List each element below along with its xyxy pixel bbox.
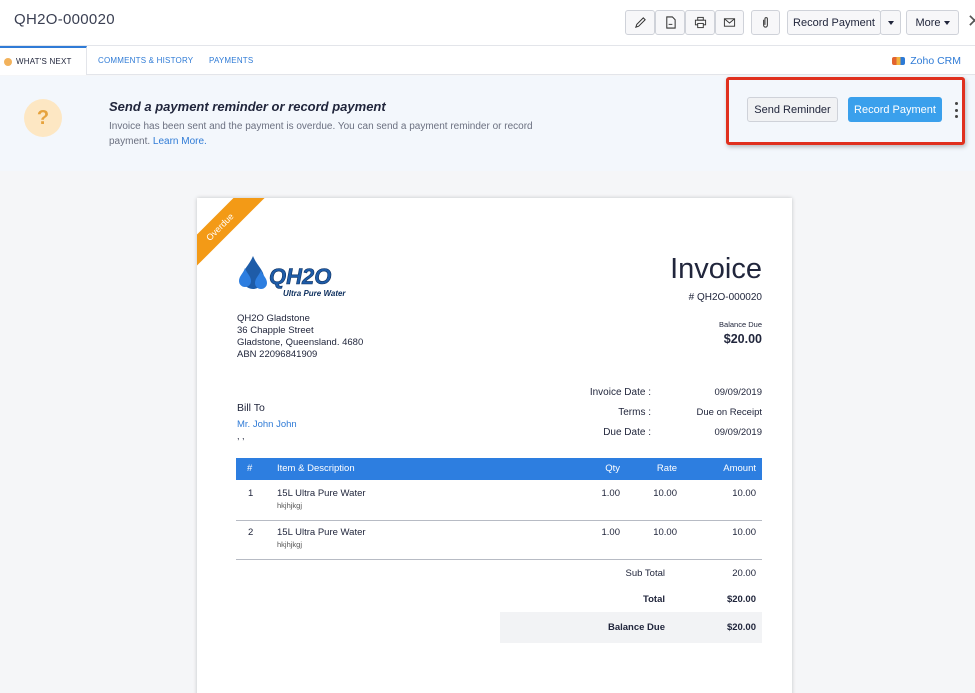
balance-due-value: $20.00 [723,332,762,346]
kebab-menu-icon[interactable] [955,102,959,118]
close-icon[interactable]: ✕ [967,11,975,32]
banner-description: Invoice has been sent and the payment is… [109,119,569,149]
record-payment-dropdown[interactable] [880,10,901,35]
crm-icon [892,57,906,65]
items-table-header: # Item & Description Qty Rate Amount [236,458,762,480]
sub-total-label: Sub Total [625,568,665,579]
logo-wordmark: QH2O [269,264,331,289]
caret-down-icon [887,20,894,25]
paperclip-icon [763,17,768,28]
invoice-number: # QH2O-000020 [688,292,762,303]
tab-whats-next[interactable]: WHAT'S NEXT [0,46,87,75]
item-rate: 10.00 [653,527,677,538]
invoice-app: { "header": { "invoice_id": "QH2O-000020… [0,0,975,693]
balance-due-label: Balance Due [719,320,762,329]
logo-tagline: Ultra Pure Water [283,289,346,298]
total-label: Total [643,594,665,605]
invoice-title: QH2O-000020 [14,11,115,28]
item-number: 1 [248,488,254,499]
bill-to-label: Bill To [237,402,265,414]
question-bulb-icon: ? [24,99,62,137]
invoice-date-value: 09/09/2019 [714,387,762,398]
attach-button[interactable] [751,10,780,35]
column-header: Rate [656,463,677,474]
balance-due-row-value: $20.00 [726,622,756,633]
item-name: 15L Ultra Pure Water [277,488,366,499]
address-line: QH2O Gladstone [237,313,310,324]
column-header: # [247,463,253,474]
learn-more-link[interactable]: Learn More. [153,136,207,147]
table-row: 2 15L Ultra Pure Water hkjhjkgj 1.00 10.… [236,521,762,560]
invoice-heading: Invoice [670,253,762,285]
column-header: Qty [605,463,620,474]
due-date-value: 09/09/2019 [714,427,762,438]
record-payment-top-button[interactable]: Record Payment [787,10,881,35]
bulb-icon [4,57,12,66]
invoice-date-label: Invoice Date : [589,387,651,398]
caret-down-icon [943,20,950,25]
item-name: 15L Ultra Pure Water [277,527,366,538]
terms-label: Terms : [618,407,651,418]
zoho-crm-link[interactable]: Zoho CRM [892,55,961,67]
item-description: hkjhjkgj [277,540,303,549]
banner-title: Send a payment reminder or record paymen… [109,99,386,114]
crm-label: Zoho CRM [910,55,961,67]
record-payment-top-label: Record Payment [793,16,875,29]
mail-icon [723,18,736,27]
tab-label: PAYMENTS [209,56,254,65]
tab-comments-history[interactable]: COMMENTS & HISTORY [98,46,193,75]
balance-due-row-label: Balance Due [607,622,665,633]
sub-total-value: 20.00 [732,568,756,579]
address-line: Gladstone, Queensland. 4680 [237,337,364,348]
print-button[interactable] [685,10,715,35]
tab-payments[interactable]: PAYMENTS [209,46,253,75]
item-qty: 1.00 [601,527,621,538]
item-rate: 10.00 [653,488,677,499]
table-row: 1 15L Ultra Pure Water hkjhjkgj 1.00 10.… [236,482,762,521]
more-button[interactable]: More [906,10,959,35]
send-reminder-button[interactable]: Send Reminder [747,97,838,122]
item-qty: 1.00 [601,488,621,499]
item-amount: 10.00 [732,527,756,538]
address-line: 36 Chapple Street [237,325,314,336]
invoice-document: Overdue QH2O Ultra Pure Water Invoice # … [197,198,792,693]
customer-link[interactable]: Mr. John John [237,419,297,430]
company-logo: QH2O Ultra Pure Water [239,256,346,298]
more-label: More [915,16,941,29]
record-payment-button[interactable]: Record Payment [848,97,942,122]
printer-icon [694,16,706,29]
tab-label: WHAT'S NEXT [16,57,72,66]
email-button[interactable] [715,10,744,35]
column-header: Amount [723,463,756,474]
pdf-icon [665,16,676,29]
tab-label: COMMENTS & HISTORY [98,56,194,65]
pencil-icon [634,17,646,28]
edit-button[interactable] [625,10,655,35]
pdf-button[interactable] [655,10,685,35]
item-number: 2 [248,527,254,538]
due-date-label: Due Date : [603,427,651,438]
column-header: Item & Description [277,463,355,474]
terms-value: Due on Receipt [696,407,762,418]
company-address: QH2O Gladstone 36 Chapple Street Gladsto… [237,313,363,361]
top-bar: QH2O-000020 Record Payment More ✕ [0,0,975,46]
item-description: hkjhjkgj [277,501,303,510]
total-value: $20.00 [726,594,756,605]
customer-address: , , [237,431,245,441]
tab-bar: WHAT'S NEXT COMMENTS & HISTORY PAYMENTS … [0,46,975,75]
address-line: ABN 22096841909 [237,349,318,360]
item-amount: 10.00 [732,488,756,499]
